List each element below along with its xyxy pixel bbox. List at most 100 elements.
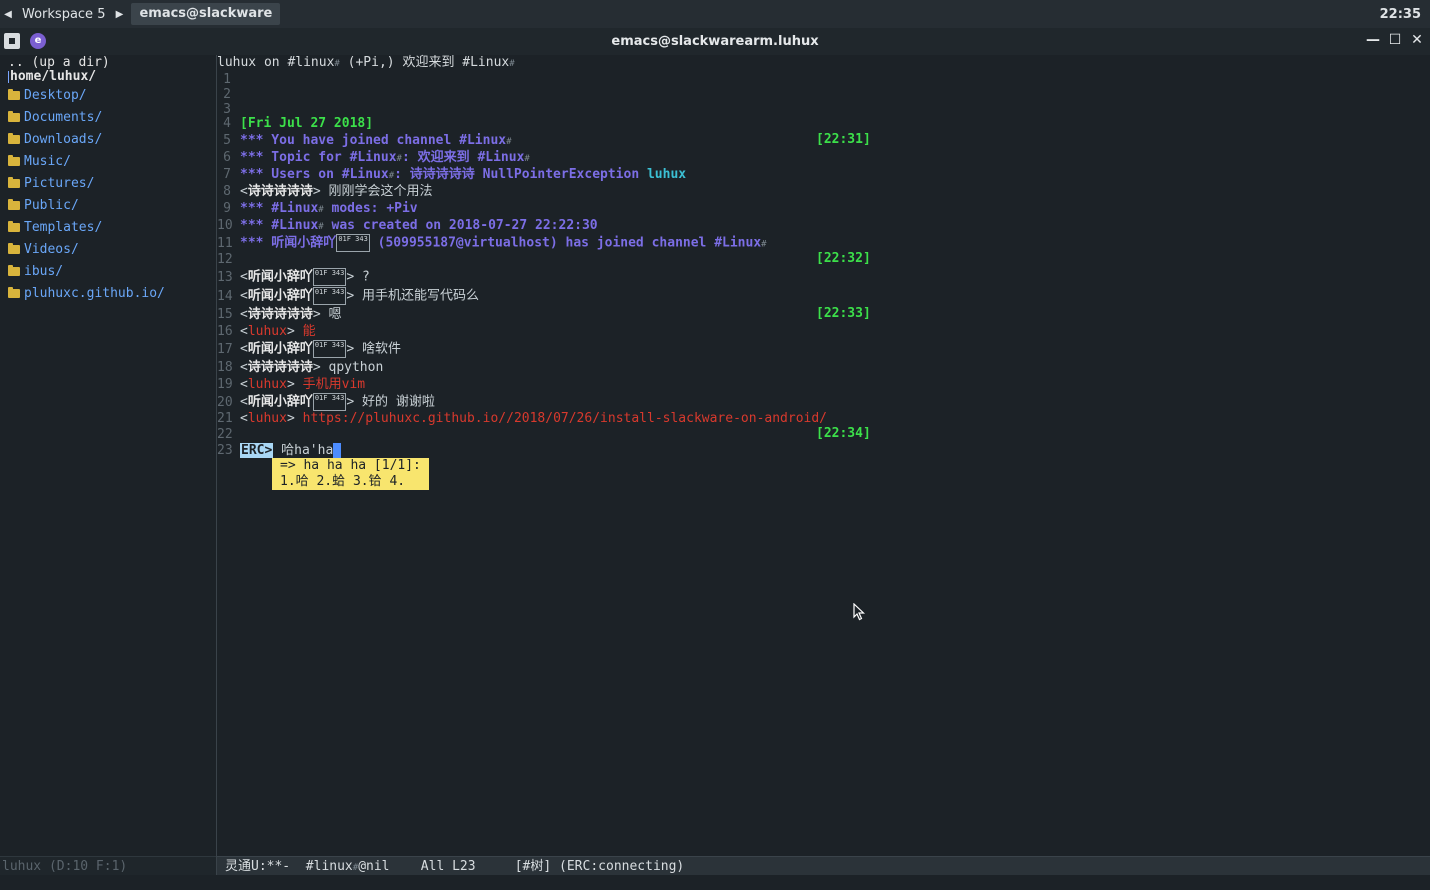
ime-candidate-popup[interactable]: => ha ha ha [1/1]: 1.哈 2.蛤 3.铪 4. (272, 458, 429, 490)
dir-entry[interactable]: Downloads/ (8, 132, 102, 147)
window-titlebar[interactable]: e emacs@slackwarearm.luhux — ☐ ✕ (0, 28, 1430, 55)
buffer-line: 7 *** Users on #Linux#: 诗诗诗诗诗 NullPointer… (223, 167, 687, 182)
self-nick: luhux (247, 411, 287, 426)
join-notice: *** You have joined channel #Linux (240, 133, 507, 148)
users-self: luhux (646, 167, 687, 182)
buffer-line: 20 <听闻小辞吖 01F 343 > 好的 谢谢啦 (217, 393, 435, 411)
buffer-line: 14 <听闻小辞吖 01F 343 > 用手机还能写代码么 (217, 287, 480, 305)
next-workspace-arrow-icon[interactable]: ▶ (111, 9, 127, 20)
message: 用手机还能写代码么 (354, 288, 480, 304)
nick: 诗诗诗诗诗 (247, 307, 313, 322)
users-notice: *** Users on #Linux (240, 167, 389, 182)
folder-icon (8, 111, 20, 122)
buffer-line: 19 <luhux> 手机用vim (217, 377, 366, 392)
dir-entry-label: Downloads/ (24, 132, 103, 147)
timestamp: [22:34] (816, 426, 871, 441)
dired-sidebar: .. (up a dir) home/luhux/ Desktop/Docume… (0, 55, 216, 856)
buffer-line: 5 *** You have joined channel #Linux# (223, 133, 512, 148)
message: qpython (320, 360, 384, 375)
nick: 诗诗诗诗诗 (247, 184, 313, 199)
dir-entry[interactable]: Templates/ (8, 220, 102, 235)
buffer-line: 10 *** #Linux# was created on 2018-07-27 … (217, 218, 598, 233)
mode-notice: *** #Linux (240, 201, 319, 216)
input-text[interactable]: 哈ha'ha (273, 443, 333, 458)
dir-entry-label: Music/ (24, 154, 71, 169)
url-link[interactable]: https://pluhuxc.github.io//2018/07/26/in… (295, 411, 827, 426)
folder-icon (8, 221, 20, 232)
folder-icon (8, 177, 20, 188)
dir-entry[interactable]: Videos/ (8, 242, 79, 257)
message: ? (354, 269, 370, 285)
folder-icon (8, 89, 20, 100)
buffer-line: 12 (217, 252, 233, 267)
buffer-line: 15 <诗诗诗诗诗> 嗯 (217, 307, 342, 322)
buffer-line: 21 <luhux> https://pluhuxc.github.io//201… (217, 411, 828, 426)
buffer-line: 9 *** #Linux# modes: +Piv (223, 201, 418, 216)
dir-entry[interactable]: Music/ (8, 154, 71, 169)
folder-icon (8, 243, 20, 254)
message: 嗯 (320, 307, 342, 322)
folder-icon (8, 265, 20, 276)
topic-notice: *** Topic for #Linux (240, 150, 397, 165)
users-list: : 诗诗诗诗诗 NullPointerException (394, 167, 647, 182)
dir-entry-label: Public/ (24, 198, 79, 213)
text-cursor (8, 70, 9, 83)
buffer-line: 17 <听闻小辞吖 01F 343 > 啥软件 (217, 340, 402, 358)
glyph-box: 01F 343 (336, 234, 370, 252)
date-stamp: [Fri Jul 27 2018] (240, 116, 374, 131)
workspace-label[interactable]: Workspace 5 (16, 7, 111, 22)
join-text: (509955187@virtualhost) has joined chann… (369, 235, 762, 251)
buffer-line: 18 <诗诗诗诗诗> qpython (217, 360, 384, 375)
up-dir-link[interactable]: .. (up a dir) (8, 55, 110, 70)
window-title: emacs@slackwarearm.luhux (611, 34, 819, 49)
close-icon[interactable]: ✕ (1410, 32, 1424, 48)
erc-buffer[interactable]: luhux on #linux# (+Pi,) 欢迎来到 #Linux# 1 2… (217, 55, 1430, 856)
glyph-box: 01F 343 (312, 340, 347, 358)
nick: 听闻小辞吖 (247, 341, 313, 357)
folder-icon (8, 133, 20, 144)
timestamp: [22:31] (816, 132, 871, 147)
folder-icon (8, 287, 20, 298)
join-notice-other: *** 听闻小辞吖 (240, 235, 337, 251)
buffer-line: 4 [Fri Jul 27 2018] (223, 116, 374, 131)
buffer-line: 16 <luhux> 能 (217, 324, 316, 339)
buffer-line: 6 *** Topic for #Linux#: 欢迎来到 #Linux# (223, 150, 530, 165)
maximize-icon[interactable]: ☐ (1388, 32, 1402, 48)
current-directory: home/luhux/ (8, 69, 96, 84)
minimize-icon[interactable]: — (1366, 32, 1380, 48)
self-nick: luhux (247, 324, 287, 339)
dir-entry-label: Documents/ (24, 110, 103, 125)
dir-entry[interactable]: Documents/ (8, 110, 102, 125)
echo-area[interactable] (0, 875, 1430, 890)
buffer-line: 8 <诗诗诗诗诗> 刚刚学会这个用法 (223, 184, 433, 199)
mouse-pointer-icon (853, 603, 865, 621)
created-text: was created on 2018-07-27 22:22:30 (323, 218, 598, 233)
dir-entry[interactable]: Pictures/ (8, 176, 94, 191)
mode-line-state: 灵通U:**- (225, 859, 306, 874)
dir-entry[interactable]: Desktop/ (8, 88, 87, 103)
mode-line-info: @nil All L23 [#树] (ERC:connecting) (358, 859, 685, 874)
current-directory-label: home/luhux/ (10, 69, 97, 84)
erc-prompt: ERC> (240, 443, 274, 458)
self-nick: luhux (247, 377, 287, 392)
folder-icon (8, 199, 20, 210)
input-line[interactable]: 23 ERC> 哈ha'ha (217, 442, 342, 459)
nick: 听闻小辞吖 (247, 394, 313, 410)
dir-entry[interactable]: ibus/ (8, 264, 63, 279)
dir-entry[interactable]: pluhuxc.github.io/ (8, 286, 165, 301)
nick: 听闻小辞吖 (247, 269, 313, 285)
self-message: 能 (294, 324, 316, 339)
message: 刚刚学会这个用法 (320, 184, 433, 199)
taskbar-item-emacs[interactable]: emacs@slackware (131, 3, 281, 25)
dir-entry[interactable]: Public/ (8, 198, 79, 213)
header-nick: luhux on #linux (217, 55, 335, 70)
sidebar-mode-line: luhux (D:10 F:1) (0, 856, 216, 875)
ime-candidates[interactable]: 1.哈 2.蛤 3.铪 4. (272, 474, 429, 490)
topic-text: : 欢迎来到 #Linux (401, 150, 525, 165)
top-panel: ◀ Workspace 5 ▶ emacs@slackware 22:35 (0, 0, 1430, 28)
message: 好的 谢谢啦 (354, 394, 435, 410)
prev-workspace-arrow-icon[interactable]: ◀ (0, 9, 16, 20)
dir-entry-label: ibus/ (24, 264, 64, 279)
glyph-box: 01F 343 (312, 268, 347, 286)
dir-entry-label: pluhuxc.github.io/ (24, 286, 165, 301)
